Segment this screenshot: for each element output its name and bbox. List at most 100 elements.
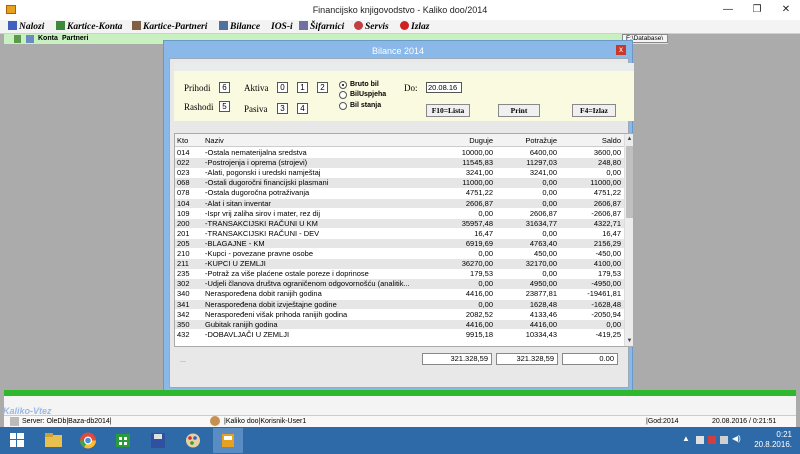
aktiva-field-3[interactable]: 2 bbox=[317, 82, 328, 93]
table-row[interactable]: 023 -Alati, pogonski i uredski namještaj 3… bbox=[175, 168, 624, 178]
radio-bruto-bil[interactable] bbox=[339, 81, 347, 89]
exit-icon bbox=[400, 21, 409, 30]
cell-naziv: -Potraž za više plaćene ostale poreze i … bbox=[205, 269, 369, 279]
table-row[interactable]: 200 -TRANSAKCIJSKI RAČUNI U KM 35957,48 316… bbox=[175, 218, 624, 229]
table-row[interactable]: 342 Neraspoređeni višak prihoda ranijih g… bbox=[175, 310, 624, 320]
status-server: Server: OleDb|Baza-db2014| bbox=[22, 418, 112, 425]
col-duguje[interactable]: Duguje bbox=[435, 136, 493, 145]
table-row[interactable]: 205 -BLAGAJNE - KM 6919,69 4763,40 2156,29 bbox=[175, 238, 624, 249]
pasiva-field-2[interactable]: 4 bbox=[297, 103, 308, 114]
taskbar-clock[interactable]: 0:21 20.8.2016. bbox=[754, 430, 792, 450]
menu-servis[interactable]: Servis bbox=[354, 21, 389, 33]
tray-arrow-icon[interactable]: ▲ bbox=[682, 434, 690, 443]
aktiva-field-1[interactable]: 0 bbox=[277, 82, 288, 93]
active-app-icon[interactable] bbox=[213, 428, 243, 453]
aktiva-field-2[interactable]: 1 bbox=[297, 82, 308, 93]
scrollbar-thumb[interactable] bbox=[626, 146, 633, 218]
cell-duguje: 2082,52 bbox=[465, 309, 493, 319]
toolbar-konta[interactable]: Konta bbox=[38, 35, 58, 43]
vertical-scrollbar[interactable]: ▲ ▼ bbox=[624, 134, 633, 346]
tray-volume-icon[interactable]: ◀) bbox=[732, 434, 741, 443]
table-row[interactable]: 022 -Postrojenja i oprema (strojevi) 11545… bbox=[175, 158, 624, 168]
store-icon[interactable] bbox=[108, 428, 138, 453]
cell-naziv: -BLAGAJNE - KM bbox=[205, 238, 265, 248]
cell-duguje: 10000,00 bbox=[461, 148, 493, 157]
save-disk-icon[interactable] bbox=[143, 428, 173, 453]
print-button[interactable]: Print bbox=[498, 104, 540, 117]
menu-nalozi[interactable]: Nalozi bbox=[8, 21, 44, 33]
radio-bil-stanja[interactable] bbox=[339, 102, 347, 110]
cell-duguje: 4416,00 bbox=[465, 319, 493, 329]
dialog-close-button[interactable]: x bbox=[616, 45, 626, 55]
cell-kto: 022 bbox=[177, 158, 190, 168]
total-potrazuje: 321.328,59 bbox=[496, 353, 558, 365]
file-explorer-icon[interactable] bbox=[38, 428, 68, 453]
toolbar-partneri[interactable]: Partneri bbox=[62, 35, 88, 43]
prihodi-field[interactable]: 6 bbox=[219, 82, 230, 93]
cell-potrazuje: 3241,00 bbox=[529, 168, 557, 178]
cell-naziv: -TRANSAKCIJSKI RAČUNI - DEV bbox=[205, 228, 320, 238]
chrome-icon[interactable] bbox=[73, 428, 103, 453]
cell-duguje: 4751,22 bbox=[465, 188, 493, 198]
cell-potrazuje: 0,00 bbox=[542, 228, 557, 238]
cell-duguje: 9915,18 bbox=[465, 329, 493, 339]
cell-saldo: 11000,00 bbox=[590, 178, 621, 188]
menu-kartice-konta[interactable]: Kartice-Konta bbox=[56, 21, 122, 33]
do-date-field[interactable]: 20.08.16 bbox=[426, 82, 462, 93]
table-row[interactable]: 432 -DOBAVLJAČI U ZEMLJI 9915,18 10334,43 -4… bbox=[175, 330, 624, 340]
table-row[interactable]: 201 -TRANSAKCIJSKI RAČUNI - DEV 16,47 0,00 1… bbox=[175, 229, 624, 239]
scroll-up-icon[interactable]: ▲ bbox=[625, 134, 633, 144]
cell-duguje: 6919,69 bbox=[465, 238, 493, 248]
cell-duguje: 3241,00 bbox=[465, 168, 493, 178]
menu-izlaz[interactable]: Izlaz bbox=[400, 21, 429, 33]
table-row[interactable]: 109 -Ispr vrij zaliha sirov i mater, rez … bbox=[175, 209, 624, 219]
col-potrazuje[interactable]: Potražuje bbox=[497, 136, 557, 145]
status-bar: Server: OleDb|Baza-db2014| |Kaliko doo|K… bbox=[4, 415, 796, 427]
save-icon[interactable] bbox=[14, 35, 21, 43]
tray-flag-icon[interactable] bbox=[696, 436, 704, 444]
table-row[interactable]: 341 Neraspoređena dobit izvještajne godin… bbox=[175, 299, 624, 310]
col-kto[interactable]: Kto bbox=[177, 136, 188, 145]
pasiva-label: Pasiva bbox=[244, 104, 268, 114]
konta-icon bbox=[26, 35, 34, 43]
table-row[interactable]: 211 -KUPCI U ZEMLJI 36270,00 32170,00 4100,0… bbox=[175, 259, 624, 269]
document-icon bbox=[8, 21, 17, 30]
col-naziv[interactable]: Naziv bbox=[205, 136, 224, 145]
col-saldo[interactable]: Saldo bbox=[561, 136, 621, 145]
windows-start-icon[interactable] bbox=[2, 428, 32, 453]
cell-naziv: Neraspoređeni višak prihoda ranijih godi… bbox=[205, 309, 348, 319]
rashodi-field[interactable]: 5 bbox=[219, 101, 230, 112]
close-button[interactable]: ✕ bbox=[772, 0, 800, 20]
cell-naziv: -Ostali dugoročni financijski plasmani bbox=[205, 178, 329, 188]
wrench-icon bbox=[299, 21, 308, 30]
table-row[interactable]: 078 -Ostala dugoročna potraživanja 4751,22… bbox=[175, 188, 624, 198]
tray-security-icon[interactable] bbox=[708, 436, 716, 444]
table-row[interactable]: 014 -Ostala nematerijalna sredstva 10000,0… bbox=[175, 148, 624, 158]
cell-potrazuje: 11297,03 bbox=[526, 158, 557, 168]
paint-icon[interactable] bbox=[178, 428, 208, 453]
table-row[interactable]: 104 -Alat i sitan inventar 2606,87 0,00 2606… bbox=[175, 198, 624, 209]
table-row[interactable]: 235 -Potraž za više plaćene ostale poreze… bbox=[175, 269, 624, 279]
menu-kartice-partneri[interactable]: Kartice-Partneri bbox=[132, 21, 207, 33]
scroll-down-icon[interactable]: ▼ bbox=[625, 336, 633, 346]
table-row[interactable]: 210 -Kupci - povezane pravne osobe 0,00 450… bbox=[175, 249, 624, 259]
izlaz-button[interactable]: F4=Izlaz bbox=[572, 104, 616, 117]
cell-naziv: -TRANSAKCIJSKI RAČUNI U KM bbox=[205, 218, 318, 228]
cell-potrazuje: 6400,00 bbox=[529, 148, 557, 157]
menu-ios[interactable]: IOS-i bbox=[271, 21, 293, 33]
table-row[interactable]: 068 -Ostali dugoročni financijski plasman… bbox=[175, 178, 624, 188]
pasiva-field-1[interactable]: 3 bbox=[277, 103, 288, 114]
maximize-button[interactable]: ❐ bbox=[743, 0, 771, 20]
radio-bil-uspjeha[interactable] bbox=[339, 91, 347, 99]
cell-saldo: 0,00 bbox=[606, 319, 621, 329]
menu-sifarnici[interactable]: Šifarnici bbox=[299, 21, 344, 33]
radio-bruto-bil-label: Bruto bil bbox=[350, 81, 379, 88]
tray-network-icon[interactable] bbox=[720, 436, 728, 444]
table-row[interactable]: 340 Neraspoređena dobit ranijih godina 441… bbox=[175, 289, 624, 299]
lista-button[interactable]: F10=Lista bbox=[426, 104, 470, 117]
table-row[interactable]: 350 Gubitak ranijih godina 4416,00 4416,00 0… bbox=[175, 319, 624, 330]
minimize-button[interactable]: — bbox=[714, 0, 742, 20]
cell-kto: 078 bbox=[177, 188, 190, 198]
menu-bilance[interactable]: Bilance bbox=[219, 21, 260, 33]
table-row[interactable]: 302 -Udjeli članova društva ograničenom o… bbox=[175, 279, 624, 289]
